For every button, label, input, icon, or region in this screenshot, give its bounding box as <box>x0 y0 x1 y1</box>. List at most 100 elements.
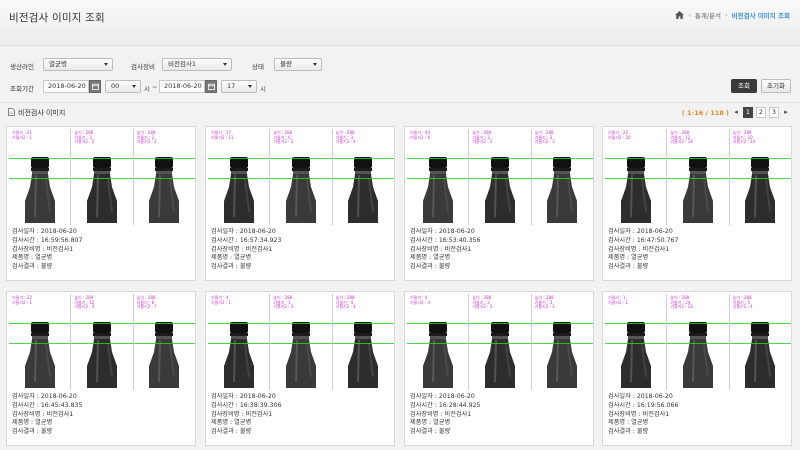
camera-panel: 높이 : 288 기울기 : 12 기울기2 : 4 <box>71 294 134 390</box>
measurement-text: 기울기 : 44 기울기2 : 6 <box>410 130 430 140</box>
guide-line <box>270 158 332 159</box>
inspection-image[interactable]: 기울기 : 17 기울기2 : 11 높이 : 288 기울기 : 6 기울기2 : 2… <box>208 129 394 225</box>
guide-line <box>270 323 332 324</box>
measurement-line: 기울기2 : 7 <box>136 304 157 309</box>
measurement-line: 기울기2 : 4 <box>335 304 356 309</box>
pagination: ( 1-16 / 118 ) ◂ 1 2 3 ▸ <box>682 107 790 118</box>
inspection-card[interactable]: 기울기 : 41 기울기2 : 1 높이 : 288 기울기 : 3 기울기2 : 2 높… <box>6 126 196 281</box>
inspection-card[interactable]: 기울기 : 17 기울기2 : 11 높이 : 288 기울기 : 6 기울기2 : 2… <box>205 126 395 281</box>
guide-line <box>133 178 195 179</box>
info-label: 제품명 : <box>12 254 34 262</box>
guide-line <box>71 178 133 179</box>
home-icon[interactable] <box>675 11 685 19</box>
camera-panel: 기울기 : 17 기울기2 : 11 <box>208 129 271 225</box>
guide-line <box>469 343 531 344</box>
bottle-image <box>85 157 119 225</box>
status-select[interactable]: 불량 <box>274 58 322 71</box>
info-value: 16:19:56.066 <box>636 401 679 409</box>
status-label: 상태 <box>252 63 264 71</box>
guide-line <box>9 158 71 159</box>
info-value: 불량 <box>438 263 451 271</box>
info-label: 제품명 : <box>410 254 432 262</box>
info-label: 검사시간 : <box>12 401 39 409</box>
inspection-card[interactable]: 기울기 : 4 기울기2 : 1 높이 : 288 기울기 : 1 기울기2 : 3 높이… <box>205 291 395 446</box>
info-row-result: 검사결과 : 불량 <box>211 428 281 437</box>
start-hour-select[interactable]: 00 <box>105 80 141 93</box>
bottle-image <box>743 157 777 225</box>
guide-line <box>605 158 667 159</box>
camera-panel: 기울기 : 22 기울기2 : 20 <box>605 129 668 225</box>
bottle-image <box>421 322 455 390</box>
page-button-1[interactable]: 1 <box>743 107 753 118</box>
camera-panel: 높이 : 288 기울기 : 3 기울기2 : 3 <box>469 294 532 390</box>
inspection-card[interactable]: 기울기 : 1 기울기2 : 1 높이 : 288 기울기 : 24 기울기2 : 26… <box>602 291 792 446</box>
breadcrumb-separator: › <box>688 11 691 19</box>
bottle-image <box>545 157 579 225</box>
guide-line <box>71 158 133 159</box>
info-label: 검사시간 : <box>211 401 238 409</box>
inspection-image[interactable]: 기울기 : 4 기울기2 : 4 높이 : 288 기울기 : 3 기울기2 : 3 높이… <box>407 294 593 390</box>
bottle-image <box>681 157 715 225</box>
pager-range: ( 1-16 / 118 ) <box>681 108 729 117</box>
camera-panel: 높이 : 288 기울기 : 3 기울기2 : 3 <box>531 294 593 390</box>
inspection-image[interactable]: 기울기 : 22 기울기2 : 20 높이 : 288 기울기 : 12 기울기2 : … <box>605 129 791 225</box>
guide-line <box>729 158 791 159</box>
inspection-image[interactable]: 기울기 : 1 기울기2 : 1 높이 : 288 기울기 : 24 기울기2 : 26… <box>605 294 791 390</box>
bottle-image <box>23 322 57 390</box>
calendar-icon[interactable] <box>89 80 101 93</box>
inspection-image[interactable]: 기울기 : 41 기울기2 : 1 높이 : 288 기울기 : 3 기울기2 : 2 높… <box>9 129 195 225</box>
guide-line <box>332 343 394 344</box>
next-page-icon[interactable]: ▸ <box>782 107 790 118</box>
inspection-image[interactable]: 기울기 : 44 기울기2 : 6 높이 : 288 기울기 : 3 기울기2 : 3 높… <box>407 129 593 225</box>
end-date-input[interactable]: 2018-06-20 <box>159 80 205 93</box>
status-select-value: 불량 <box>280 60 292 68</box>
inspection-card[interactable]: 기울기 : 22 기울기2 : 20 높이 : 288 기울기 : 12 기울기2 : … <box>602 126 792 281</box>
page-button-2[interactable]: 2 <box>756 107 766 118</box>
prev-page-icon[interactable]: ◂ <box>732 107 740 118</box>
guide-line <box>469 158 531 159</box>
inspection-card[interactable]: 기울기 : 4 기울기2 : 4 높이 : 288 기울기 : 3 기울기2 : 3 높이… <box>404 291 594 446</box>
end-hour-select[interactable]: 17 <box>221 80 257 93</box>
inspection-info: 검사일자 :2018-06-20 검사시간 :16:59:56.807 검사장비명 … <box>12 228 82 272</box>
breadcrumb-item-stats[interactable]: 통계/분석 <box>695 10 721 20</box>
start-date-input[interactable]: 2018-06-20 <box>43 80 89 93</box>
chevron-down-icon <box>313 63 317 66</box>
guide-line <box>531 343 593 344</box>
measurement-line: 기울기2 : 4 <box>732 304 753 309</box>
info-row-product: 제품명 : 열균병 <box>12 254 82 263</box>
guide-line <box>270 178 332 179</box>
page-button-3[interactable]: 3 <box>769 107 779 118</box>
info-value: 2018-06-20 <box>40 393 77 400</box>
camera-panel: 기울기 : 4 기울기2 : 4 <box>407 294 470 390</box>
info-row-time: 검사시간 :16:28:44.925 <box>410 402 480 411</box>
inspection-card[interactable]: 기울기 : 44 기울기2 : 6 높이 : 288 기울기 : 3 기울기2 : 3 높… <box>404 126 594 281</box>
info-row-result: 검사결과 : 불량 <box>410 263 480 272</box>
info-label: 검사시간 : <box>12 236 39 244</box>
measurement-text: 높이 : 288 기울기 : 4 기울기2 : 4 <box>335 295 356 310</box>
guide-line <box>208 323 270 324</box>
inspection-image[interactable]: 기울기 : 4 기울기2 : 1 높이 : 288 기울기 : 1 기울기2 : 3 높이… <box>208 294 394 390</box>
info-row-product: 제품명 : 열균병 <box>608 254 678 263</box>
guide-line <box>332 178 394 179</box>
info-row-date: 검사일자 :2018-06-20 <box>410 393 480 402</box>
inspection-card[interactable]: 기울기 : 22 기울기2 : 1 높이 : 288 기울기 : 12 기울기2 : 4… <box>6 291 196 446</box>
guide-line <box>605 178 667 179</box>
equip-select[interactable]: 비전검사1 <box>162 58 232 71</box>
calendar-icon[interactable] <box>205 80 217 93</box>
guide-line <box>9 323 71 324</box>
measurement-line: 기울기2 : 16 <box>670 139 693 144</box>
camera-panel: 기울기 : 41 기울기2 : 1 <box>9 129 72 225</box>
info-label: 제품명 : <box>608 419 630 427</box>
info-label: 검사결과 : <box>211 263 238 271</box>
measurement-text: 기울기 : 4 기울기2 : 1 <box>211 295 231 305</box>
camera-panel: 높이 : 288 기울기 : 10 기울기2 : 14 <box>729 129 791 225</box>
reset-button[interactable]: 초기화 <box>761 79 791 93</box>
info-row-result: 검사결과 : 불량 <box>608 263 678 272</box>
line-select[interactable]: 열균병 <box>43 58 113 71</box>
search-button[interactable]: 조회 <box>731 79 757 93</box>
measurement-line: 기울기2 : 3 <box>273 304 294 309</box>
inspection-image[interactable]: 기울기 : 22 기울기2 : 1 높이 : 288 기울기 : 12 기울기2 : 4… <box>9 294 195 390</box>
header-bar: 비전검사 이미지 조회 › 통계/분석 › 비전검사 이미지 조회 <box>0 0 800 46</box>
breadcrumb-item-current: 비전검사 이미지 조회 <box>731 12 790 20</box>
bottle-image <box>85 322 119 390</box>
